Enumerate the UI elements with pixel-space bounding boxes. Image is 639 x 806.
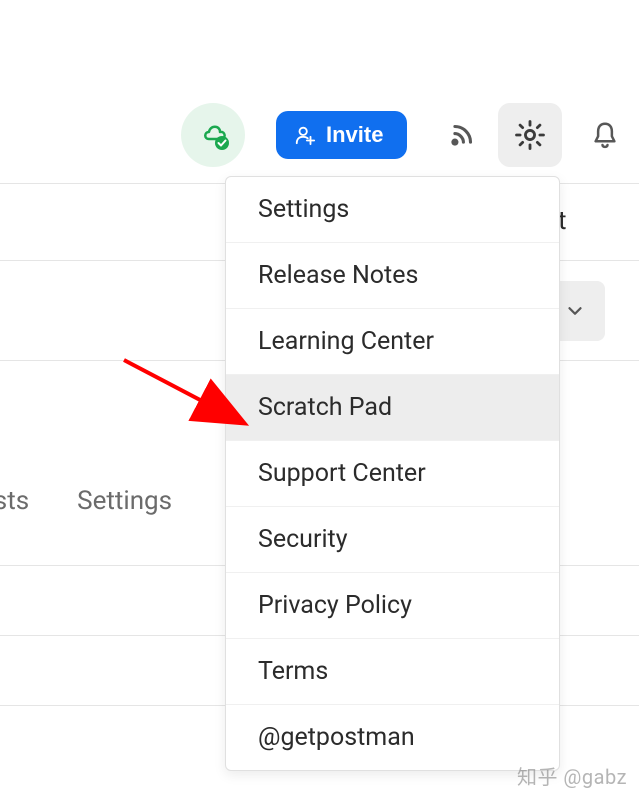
menu-item-learning-center[interactable]: Learning Center — [226, 309, 559, 375]
menu-item-terms[interactable]: Terms — [226, 639, 559, 705]
watermark: 知乎 @gabz — [517, 761, 627, 790]
cloud-check-icon — [193, 115, 233, 155]
topbar: Invite — [0, 103, 639, 167]
invite-button[interactable]: Invite — [276, 111, 407, 159]
menu-item-support-center[interactable]: Support Center — [226, 441, 559, 507]
invite-label: Invite — [326, 122, 383, 148]
capture-requests-button[interactable] — [430, 103, 494, 167]
notifications-button[interactable] — [573, 103, 637, 167]
tab-row: ests Settings — [0, 486, 172, 516]
menu-item-security[interactable]: Security — [226, 507, 559, 573]
tab-settings[interactable]: Settings — [77, 486, 172, 516]
menu-item-scratch-pad[interactable]: Scratch Pad — [226, 375, 559, 441]
menu-item-settings[interactable]: Settings — [226, 177, 559, 243]
settings-gear-button[interactable] — [498, 103, 562, 167]
invite-user-icon — [294, 124, 316, 146]
bell-icon — [590, 120, 620, 150]
menu-item-getpostman[interactable]: @getpostman — [226, 705, 559, 770]
chevron-down-icon — [564, 300, 586, 322]
menu-item-privacy-policy[interactable]: Privacy Policy — [226, 573, 559, 639]
settings-dropdown: Settings Release Notes Learning Center S… — [225, 176, 560, 771]
menu-item-release-notes[interactable]: Release Notes — [226, 243, 559, 309]
gear-icon — [513, 118, 547, 152]
tab-tests-partial[interactable]: ests — [0, 486, 29, 516]
satellite-icon — [445, 118, 479, 152]
cloud-sync-button[interactable] — [181, 103, 245, 167]
